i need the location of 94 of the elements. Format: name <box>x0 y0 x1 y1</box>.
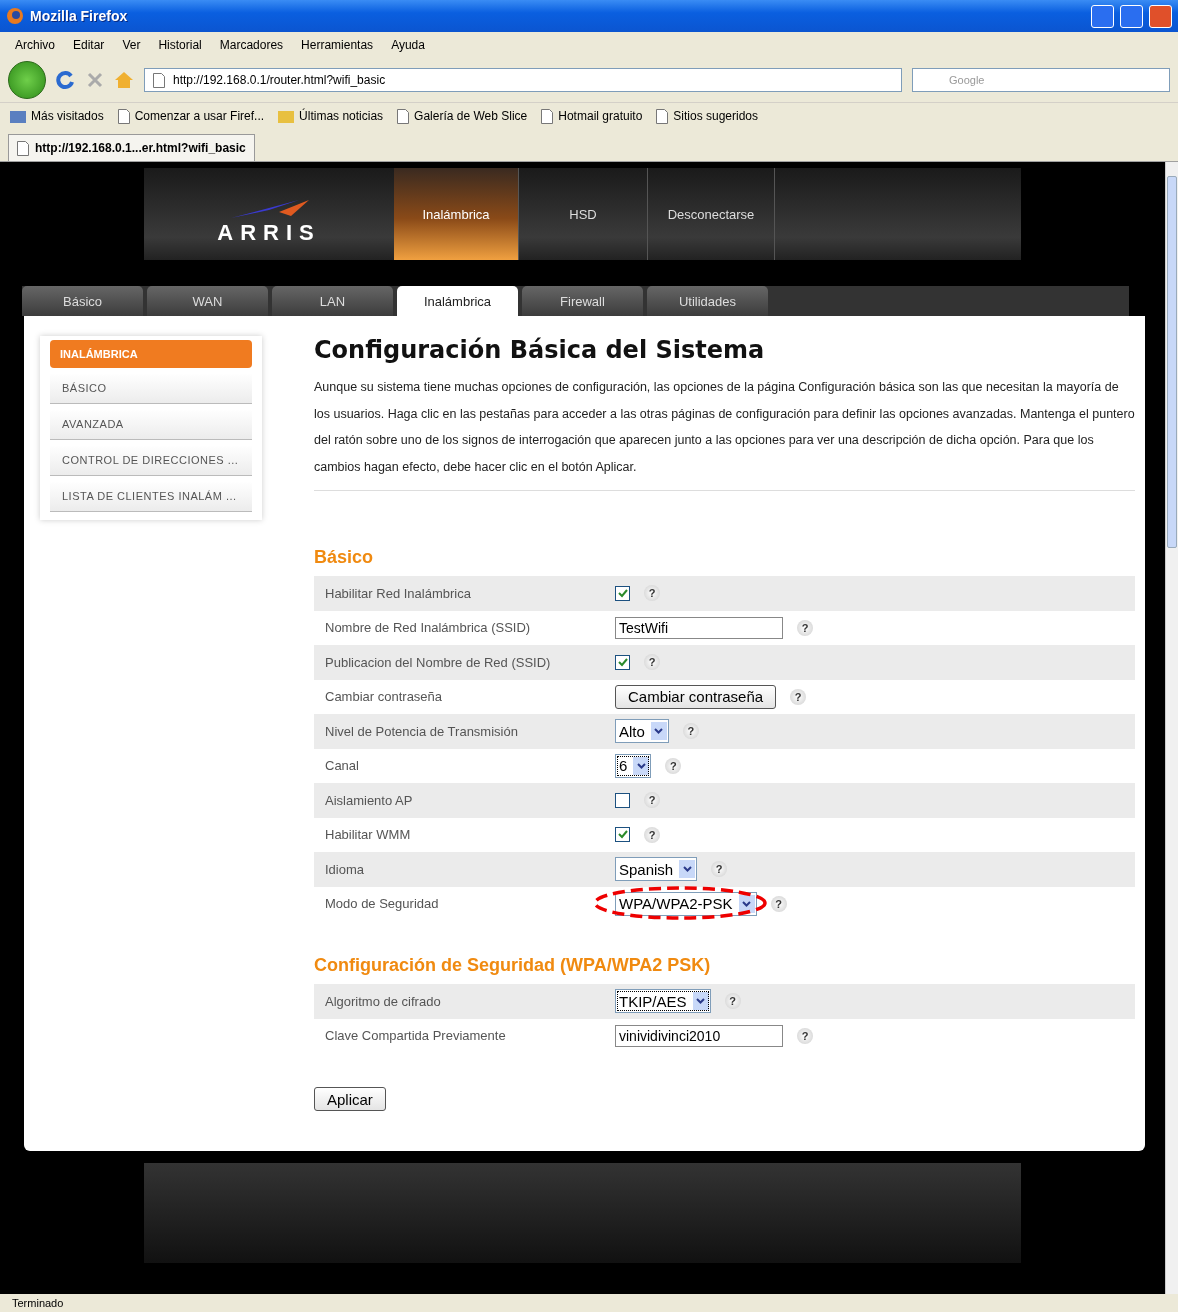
help-icon[interactable]: ? <box>665 757 682 774</box>
tab[interactable]: Utilidades <box>647 286 768 316</box>
bookmark[interactable]: Sitios sugeridos <box>656 108 759 124</box>
help-icon[interactable]: ? <box>682 723 699 740</box>
menu-item[interactable]: Herramientas <box>301 38 374 52</box>
page-icon <box>656 108 669 124</box>
select-dropdown[interactable]: Alto <box>615 719 669 744</box>
change-password-button[interactable]: Cambiar contraseña <box>615 684 777 709</box>
checkbox[interactable] <box>615 792 630 808</box>
checkbox[interactable] <box>615 827 630 843</box>
field-label: Publicacion del Nombre de Red (SSID) <box>324 654 552 670</box>
field-label: Idioma <box>324 861 366 877</box>
menu-item[interactable]: Ver <box>122 38 141 52</box>
window-title: Mozilla Firefox <box>30 8 129 24</box>
select-value: TKIP/AES <box>619 992 687 1010</box>
checkbox[interactable] <box>615 585 630 601</box>
section-title: Básico <box>314 547 375 568</box>
intro-paragraph: Aunque su sistema tiene muchas opciones de configuración, las opciones de la página Configuración básica son las que necesitan la mayoría de los usuarios. Haga clic en las pestañas para acceder a las otras páginas de configuración para definir las opciones avanzadas. Mantenga el puntero del ratón sobre uno de los signos de interrogación que aparecen junto a las opciones para ver una descripción de dicha opción. Para que los cambios hagan efecto, debe hacer clic en el botón Aplicar. <box>314 374 1135 491</box>
field-label: Aislamiento AP <box>324 792 414 808</box>
caret-icon <box>696 998 706 1005</box>
tab[interactable]: Firewall <box>522 286 643 316</box>
back-button[interactable] <box>8 61 46 99</box>
select-dropdown[interactable]: TKIP/AES <box>615 989 711 1014</box>
help-icon[interactable]: ? <box>711 861 728 878</box>
select-value: 6 <box>619 757 628 775</box>
apply-button[interactable]: Aplicar <box>314 1087 386 1111</box>
field-label: Nombre de Red Inalámbrica (SSID) <box>324 620 532 636</box>
reload-icon[interactable] <box>56 70 76 90</box>
browser-tab[interactable]: http://192.168.0.1...er.html?wifi_basic <box>8 134 255 161</box>
field-label: Habilitar WMM <box>324 827 412 843</box>
field-label: Canal <box>324 758 360 774</box>
help-icon[interactable]: ? <box>644 792 660 809</box>
folder-icon <box>10 109 26 123</box>
help-icon[interactable]: ? <box>797 619 813 636</box>
minimize-button[interactable] <box>1091 4 1114 28</box>
field-label: Modo de Seguridad <box>324 896 440 912</box>
help-icon[interactable]: ? <box>790 688 807 705</box>
field-label: Clave Compartida Previamente <box>324 1028 507 1044</box>
help-icon[interactable]: ? <box>797 1027 813 1044</box>
tab[interactable]: LAN <box>272 286 393 316</box>
caret-icon <box>636 762 646 769</box>
page-title: Configuración Básica del Sistema <box>314 336 766 364</box>
firefox-logo-icon <box>6 7 24 25</box>
field-label: Algoritmo de cifrado <box>324 993 442 1009</box>
field-label: Habilitar Red Inalámbrica <box>324 585 472 601</box>
top-nav-item[interactable]: Desconectarse <box>648 168 775 260</box>
tab[interactable]: Inalámbrica <box>397 286 518 316</box>
caret-icon <box>654 728 664 735</box>
field-label: Cambiar contraseña <box>324 689 444 705</box>
url-text: http://192.168.0.1/router.html?wifi_basic <box>173 73 386 87</box>
page-icon <box>117 108 130 124</box>
section-title: Configuración de Seguridad (WPA/WPA2 PSK) <box>314 955 712 976</box>
feed-folder-icon <box>278 109 295 123</box>
top-nav-item[interactable]: Inalámbrica <box>394 168 519 260</box>
tab[interactable]: WAN <box>147 286 268 316</box>
page-icon <box>397 108 410 124</box>
select-value: WPA/WPA2-PSK <box>619 895 733 913</box>
tab[interactable]: Básico <box>22 286 143 316</box>
logo: ARRIS <box>217 220 321 246</box>
bookmark[interactable]: Comenzar a usar Firef... <box>117 108 265 124</box>
maximize-button[interactable] <box>1120 4 1143 28</box>
select-dropdown[interactable]: Spanish <box>615 857 698 882</box>
help-icon[interactable]: ? <box>644 585 660 602</box>
select-dropdown[interactable]: WPA/WPA2-PSK <box>615 891 757 916</box>
caret-icon <box>742 900 752 907</box>
menu-item[interactable]: Editar <box>73 38 105 52</box>
help-icon[interactable]: ? <box>770 895 787 912</box>
close-button[interactable] <box>1149 4 1172 28</box>
menu-item[interactable]: Ayuda <box>391 38 425 52</box>
menu-item[interactable]: Historial <box>158 38 202 52</box>
help-icon[interactable]: ? <box>724 993 741 1010</box>
field-label: Nivel de Potencia de Transmisión <box>324 723 519 739</box>
select-value: Spanish <box>619 860 674 878</box>
help-icon[interactable]: ? <box>644 654 660 671</box>
bookmark[interactable]: Más visitados <box>10 109 104 123</box>
bookmark[interactable]: Galería de Web Slice <box>397 108 528 124</box>
status-text: Terminado <box>11 1296 65 1311</box>
checkbox[interactable] <box>615 654 630 670</box>
address-bar[interactable]: http://192.168.0.1/router.html?wifi_basic <box>144 68 902 92</box>
select-value: Alto <box>619 722 645 740</box>
bookmark[interactable]: Hotmail gratuito <box>541 108 643 124</box>
top-nav-item[interactable]: HSD <box>519 168 648 260</box>
caret-icon <box>682 866 692 873</box>
input-field[interactable]: TestWifi <box>615 616 783 639</box>
bookmark[interactable]: Últimas noticias <box>278 109 384 123</box>
menu-item[interactable]: Marcadores <box>219 38 284 52</box>
help-icon[interactable]: ? <box>644 826 660 843</box>
scrollbar[interactable] <box>1165 162 1178 1294</box>
select-dropdown[interactable]: 6 <box>615 753 652 778</box>
page-icon <box>17 140 29 156</box>
input-field[interactable]: vinividivinci2010 <box>615 1024 783 1047</box>
page-icon <box>541 108 554 124</box>
page-icon <box>153 72 165 88</box>
menu-item[interactable]: Archivo <box>15 38 55 52</box>
